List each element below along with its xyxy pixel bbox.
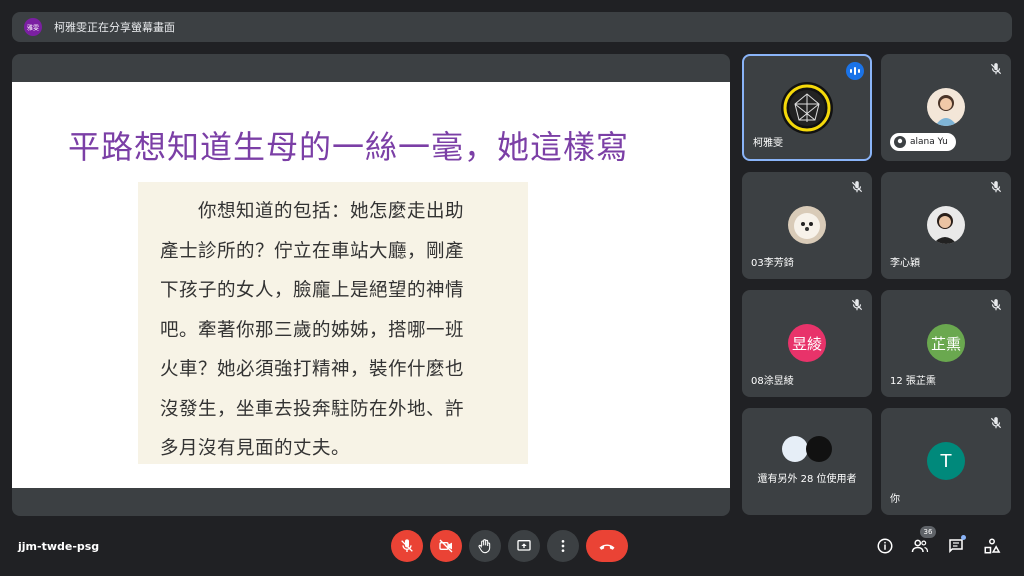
mic-off-icon <box>990 181 1002 193</box>
avatar: T <box>927 442 965 480</box>
end-call-icon <box>599 544 615 550</box>
quote-line: 多月沒有見面的丈夫。 <box>160 438 351 459</box>
sharing-banner: 雅雯 柯雅雯正在分享螢幕畫面 <box>12 12 1012 42</box>
chat-unread-dot <box>961 535 966 540</box>
mic-off-icon <box>851 181 863 193</box>
more-options-icon <box>561 540 565 552</box>
mic-off-icon <box>990 417 1002 429</box>
participant-name: 12 張芷熏 <box>890 376 936 387</box>
mic-off-icon <box>990 63 1002 75</box>
participant-tile[interactable]: 李心穎 <box>881 172 1011 279</box>
participant-name: 08涂昱綾 <box>751 376 794 387</box>
meeting-code: jjm-twde-psg <box>18 540 100 553</box>
participant-tile[interactable]: 03李芳錡 <box>742 172 872 279</box>
quote-line: 火車？她必須強打精神，裝作什麼也 <box>160 359 465 380</box>
present-now-button[interactable] <box>508 530 540 562</box>
participant-name: 李心穎 <box>890 258 920 269</box>
participant-name-pill: alana Yu <box>890 133 956 151</box>
participant-tile[interactable]: alana Yu <box>881 54 1011 161</box>
participant-name: 你 <box>890 494 900 505</box>
participant-name: 柯雅雯 <box>753 138 783 149</box>
avatar: 芷熏 <box>927 324 965 362</box>
speaking-icon <box>846 62 864 80</box>
people-button[interactable] <box>910 536 930 556</box>
quote-line: 你想知道的包括：她怎麼走出助 <box>160 201 465 222</box>
avatar <box>927 206 965 244</box>
avatar <box>806 436 832 462</box>
activities-button[interactable] <box>982 536 1002 556</box>
avatar <box>788 206 826 244</box>
quote-line: 下孩子的女人，臉龐上是絕望的神情 <box>160 280 465 301</box>
avatar: 昱綾 <box>788 324 826 362</box>
avatar <box>927 88 965 126</box>
present-icon <box>517 540 531 551</box>
camera-off-icon <box>439 539 453 553</box>
quote-line: 產士診所的？佇立在車站大廳，剛產 <box>160 240 465 262</box>
user-icon <box>894 136 906 148</box>
presenter-avatar: 雅雯 <box>24 18 42 36</box>
participant-name: alana Yu <box>910 137 948 147</box>
mic-off-icon <box>401 539 413 552</box>
participant-tile[interactable]: 芷熏 12 張芷熏 <box>881 290 1011 397</box>
people-icon <box>911 539 929 553</box>
mic-toggle-button[interactable] <box>391 530 423 562</box>
meeting-details-button[interactable] <box>875 536 895 556</box>
sharing-status-text: 柯雅雯正在分享螢幕畫面 <box>54 21 175 34</box>
avatar <box>782 436 808 462</box>
end-call-button[interactable] <box>586 530 628 562</box>
quote-line: 吧。牽著你那三歲的姊姊，搭哪一班 <box>160 319 465 341</box>
quote-line: 沒發生，坐車去投奔駐防在外地、許 <box>160 398 465 420</box>
raise-hand-button[interactable] <box>469 530 501 562</box>
activities-icon <box>984 538 1001 554</box>
mic-off-icon <box>990 299 1002 311</box>
others-tile[interactable]: 還有另外 28 位使用者 <box>742 408 872 515</box>
participant-name: 03李芳錡 <box>751 258 794 269</box>
avatar <box>781 82 833 134</box>
others-count-label: 還有另外 28 位使用者 <box>757 474 857 485</box>
people-count-badge: 36 <box>920 526 936 538</box>
mic-off-icon <box>851 299 863 311</box>
self-tile[interactable]: T 你 <box>881 408 1011 515</box>
shared-screen: 平路想知道生母的一絲一毫，她這樣寫 你想知道的包括：她怎麼走出助 產士診所的？佇… <box>12 54 730 516</box>
more-options-button[interactable] <box>547 530 579 562</box>
slide-title: 平路想知道生母的一絲一毫，她這樣寫 <box>68 128 630 166</box>
info-icon <box>877 538 893 554</box>
participant-tile-presenter[interactable]: 柯雅雯 <box>742 54 872 161</box>
presentation-slide: 平路想知道生母的一絲一毫，她這樣寫 你想知道的包括：她怎麼走出助 產士診所的？佇… <box>12 82 730 488</box>
participant-tile[interactable]: 昱綾 08涂昱綾 <box>742 290 872 397</box>
control-bar: jjm-twde-psg 36 <box>0 526 1024 566</box>
quote-box: 你想知道的包括：她怎麼走出助 產士診所的？佇立在車站大廳，剛產 下孩子的女人，臉… <box>138 182 528 464</box>
raise-hand-icon <box>478 539 491 554</box>
camera-toggle-button[interactable] <box>430 530 462 562</box>
